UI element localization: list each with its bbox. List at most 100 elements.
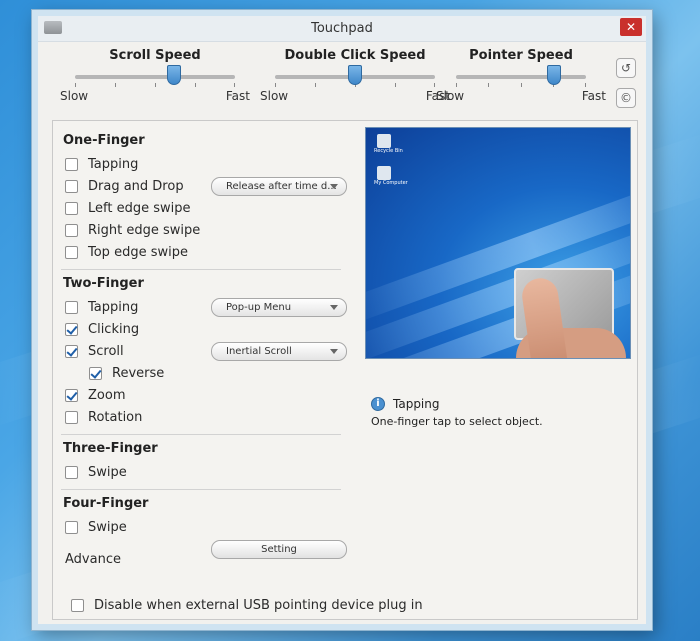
- scroll-type-dropdown[interactable]: Inertial Scroll: [211, 341, 347, 361]
- option-right-edge-swipe[interactable]: Right edge swipe: [61, 219, 357, 241]
- option-label: Reverse: [112, 365, 165, 381]
- option-left-edge-swipe[interactable]: Left edge swipe: [61, 197, 357, 219]
- scroll-speed-slider: Scroll Speed Slow Fast: [60, 48, 250, 105]
- dropdown-value: Pop-up Menu: [226, 301, 292, 313]
- checkbox[interactable]: [65, 344, 78, 358]
- chevron-down-icon: [330, 183, 338, 189]
- computer-icon[interactable]: My Computer: [374, 166, 408, 188]
- divider: [61, 269, 341, 270]
- option-label: Top edge swipe: [88, 244, 188, 260]
- copyright-button[interactable]: ©: [616, 88, 636, 108]
- option-reverse[interactable]: Reverse: [85, 362, 357, 384]
- slider-title: Pointer Speed: [469, 48, 573, 63]
- option-top-edge-swipe[interactable]: Top edge swipe: [61, 241, 357, 263]
- option-two-tapping[interactable]: Tapping Pop-up Menu: [61, 296, 357, 318]
- checkbox[interactable]: [65, 410, 78, 424]
- option-two-scroll[interactable]: Scroll Inertial Scroll: [61, 340, 357, 362]
- slider-thumb[interactable]: [348, 65, 362, 85]
- recycle-bin-glyph: [377, 134, 391, 148]
- touchpad-window: Touchpad ✕ Scroll Speed Slow Fast Double…: [32, 10, 652, 630]
- option-rotation[interactable]: Rotation: [61, 406, 357, 428]
- option-label: Rotation: [88, 409, 143, 425]
- section-title-two-finger: Two-Finger: [63, 276, 144, 291]
- checkbox[interactable]: [71, 599, 84, 612]
- slider-thumb[interactable]: [167, 65, 182, 85]
- recycle-bin-icon[interactable]: Recycle Bin: [374, 134, 403, 156]
- restore-defaults-button[interactable]: ↺: [616, 58, 636, 78]
- section-title-three-finger: Three-Finger: [63, 441, 158, 456]
- option-one-tapping[interactable]: Tapping: [61, 153, 357, 175]
- checkbox[interactable]: [65, 465, 78, 479]
- info-icon: i: [371, 397, 385, 411]
- option-label: Drag and Drop: [88, 178, 184, 194]
- fast-label: Fast: [581, 89, 606, 103]
- close-button[interactable]: ✕: [620, 18, 642, 36]
- section-title-one-finger: One-Finger: [63, 133, 145, 148]
- divider: [61, 434, 341, 435]
- divider: [61, 489, 341, 490]
- info-title: Tapping: [393, 397, 440, 411]
- title-bar: Touchpad ✕: [38, 16, 646, 42]
- option-label: Left edge swipe: [88, 200, 191, 216]
- gesture-info: i Tapping One-finger tap to select objec…: [371, 397, 631, 428]
- option-label: Swipe: [88, 464, 127, 480]
- desktop-icon-label: My Computer: [374, 180, 408, 186]
- slider-title: Double Click Speed: [284, 48, 426, 63]
- slider-title: Scroll Speed: [109, 48, 201, 63]
- slow-label: Slow: [60, 89, 89, 103]
- option-label: Swipe: [88, 519, 127, 535]
- advance-row: Advance Setting: [61, 540, 357, 570]
- checkbox[interactable]: [65, 245, 78, 259]
- checkbox[interactable]: [65, 300, 78, 314]
- option-label: Scroll: [88, 343, 124, 359]
- option-label: Tapping: [88, 156, 139, 172]
- setting-button[interactable]: Setting: [211, 540, 347, 559]
- checkbox[interactable]: [65, 388, 78, 402]
- copyright-icon: ©: [620, 91, 632, 105]
- slider-track[interactable]: [75, 65, 235, 87]
- checkbox[interactable]: [89, 366, 102, 380]
- option-four-swipe[interactable]: Swipe: [61, 516, 357, 538]
- slider-track[interactable]: [275, 65, 435, 87]
- computer-glyph: [377, 166, 391, 180]
- checkbox[interactable]: [65, 201, 78, 215]
- slider-ticks: [75, 83, 235, 88]
- desktop-icon-label: Recycle Bin: [374, 148, 403, 154]
- advance-label: Advance: [65, 551, 121, 567]
- option-drag-and-drop[interactable]: Drag and Drop Release after time d...: [61, 175, 357, 197]
- section-title-four-finger: Four-Finger: [63, 496, 149, 511]
- drag-release-dropdown[interactable]: Release after time d...: [211, 176, 347, 196]
- checkbox[interactable]: [65, 223, 78, 237]
- checkbox[interactable]: [65, 520, 78, 534]
- chevron-down-icon: [330, 304, 338, 310]
- option-label: Tapping: [88, 299, 139, 315]
- option-disable-usb[interactable]: Disable when external USB pointing devic…: [67, 598, 423, 613]
- slider-labels: Slow Fast: [260, 89, 450, 105]
- checkbox[interactable]: [65, 179, 78, 193]
- option-two-clicking[interactable]: Clicking: [61, 318, 357, 340]
- slider-ticks: [456, 83, 586, 88]
- window-title: Touchpad: [311, 21, 373, 36]
- fast-label: Fast: [225, 89, 250, 103]
- slider-track[interactable]: [456, 65, 586, 87]
- checkbox[interactable]: [65, 322, 78, 336]
- option-zoom[interactable]: Zoom: [61, 384, 357, 406]
- option-label: Right edge swipe: [88, 222, 201, 238]
- gesture-preview: Recycle Bin My Computer: [365, 127, 631, 359]
- speed-sliders: Scroll Speed Slow Fast Double Click Spee…: [38, 42, 646, 120]
- double-click-speed-slider: Double Click Speed Slow Fast: [260, 48, 450, 105]
- two-tapping-dropdown[interactable]: Pop-up Menu: [211, 297, 347, 317]
- pointer-speed-slider: Pointer Speed Slow Fast: [436, 48, 606, 105]
- option-label: Zoom: [88, 387, 126, 403]
- option-label: Clicking: [88, 321, 140, 337]
- info-header: i Tapping: [371, 397, 631, 411]
- close-icon: ✕: [625, 20, 637, 34]
- checkbox[interactable]: [65, 157, 78, 171]
- slider-labels: Slow Fast: [436, 89, 606, 105]
- dropdown-value: Inertial Scroll: [226, 345, 292, 357]
- info-description: One-finger tap to select object.: [371, 415, 543, 428]
- slider-labels: Slow Fast: [60, 89, 250, 105]
- option-three-swipe[interactable]: Swipe: [61, 461, 357, 483]
- slow-label: Slow: [260, 89, 289, 103]
- slider-thumb[interactable]: [546, 65, 561, 85]
